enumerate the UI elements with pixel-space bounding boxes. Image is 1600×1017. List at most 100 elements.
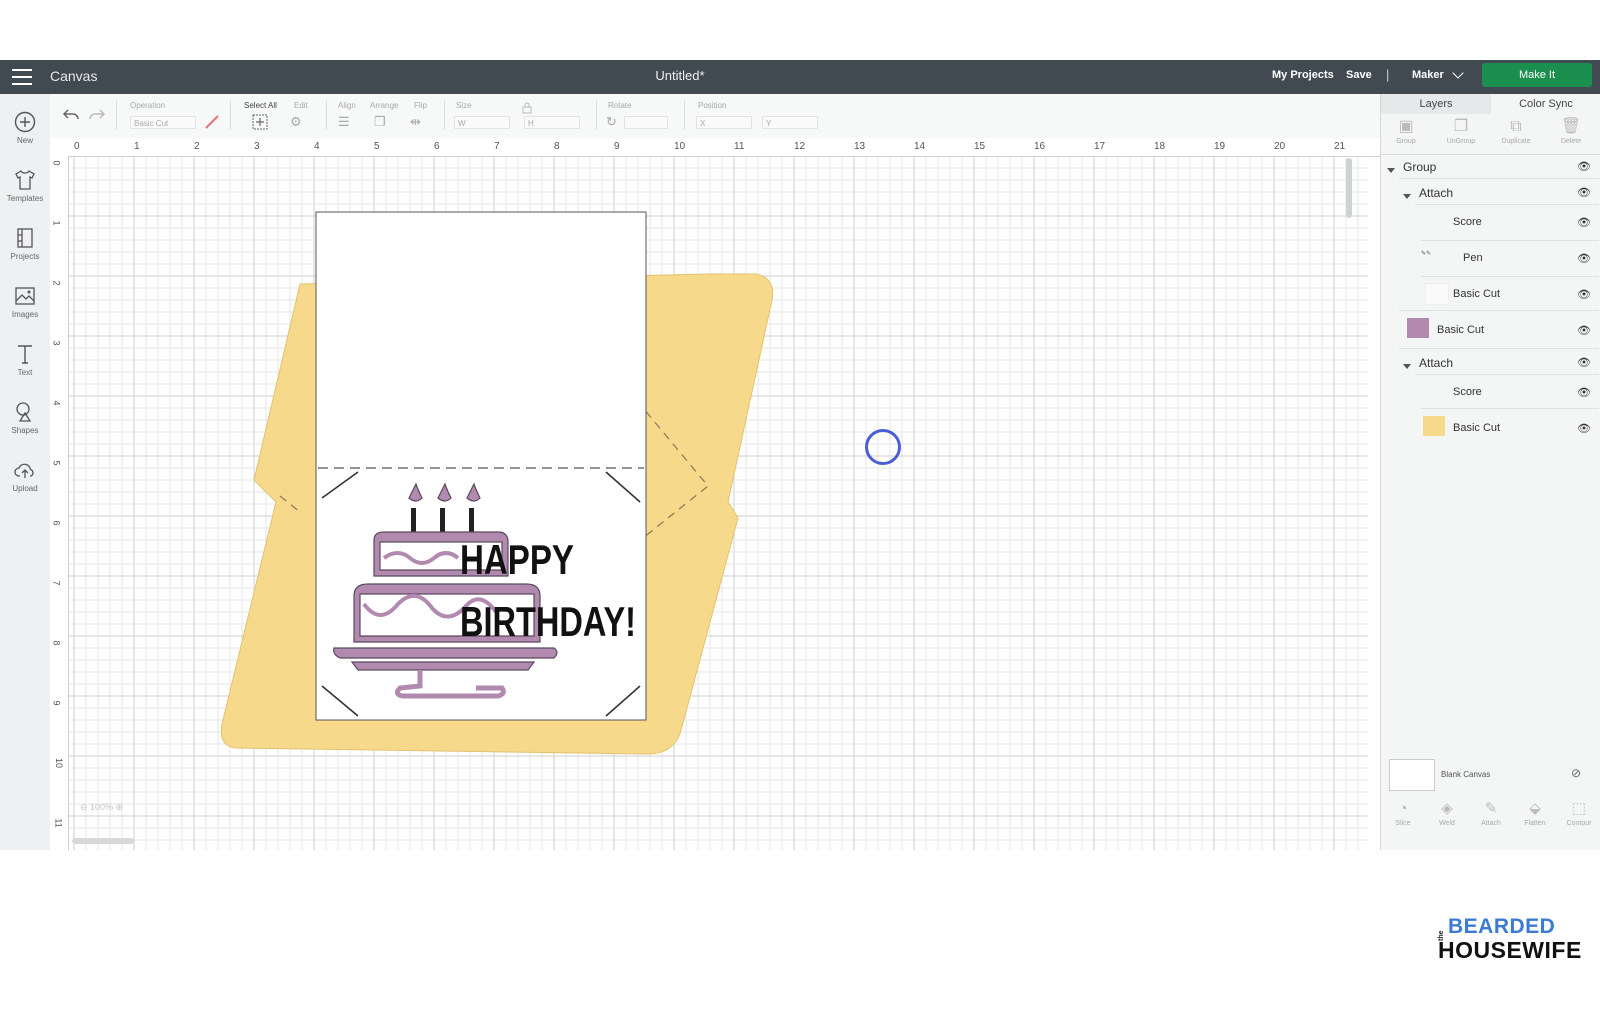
duplicate-button[interactable]: ⧉ Duplicate (1491, 116, 1541, 145)
contour-button[interactable]: ⬚ Contour (1557, 798, 1600, 827)
ruler-tick-label: 8 (554, 141, 560, 152)
card-text-happy[interactable]: HAPPY (460, 536, 574, 583)
tab-layers[interactable]: Layers (1381, 94, 1491, 114)
redo-icon[interactable] (88, 108, 106, 122)
card-text-birthday[interactable]: BIRTHDAY! (460, 598, 636, 645)
bottom-layer-tools: ◔ Slice ◈ Weld ✎ Attach ⬙ Flatten ⬚ Contour (1381, 794, 1600, 840)
blank-canvas-swatch[interactable] (1389, 759, 1435, 791)
ruler-tick-label: 12 (794, 141, 806, 152)
ruler-tick-label: 7 (494, 141, 500, 152)
eye-icon[interactable]: 👁 (1577, 356, 1591, 369)
zoom-level[interactable]: ⊖ 100% ⊕ (80, 802, 123, 813)
vertical-ruler: 0 1 2 3 4 5 6 7 8 9 10 11 (50, 156, 69, 850)
select-all-icon[interactable] (252, 114, 268, 130)
eye-hidden-icon[interactable]: ⊘ (1571, 766, 1581, 780)
width-input[interactable]: W (454, 116, 510, 129)
operation-select[interactable]: Basic Cut (130, 116, 196, 129)
layer-divider (1421, 240, 1599, 241)
sidebar-item-text[interactable]: Text (0, 342, 50, 377)
x-position-input[interactable]: X (696, 116, 752, 129)
topbar-separator: | (1386, 67, 1390, 82)
ruler-tick-label: 1 (134, 141, 140, 152)
rotate-label: Rotate (608, 101, 632, 110)
weld-button[interactable]: ◈ Weld (1425, 798, 1469, 827)
eye-icon[interactable]: 👁 (1577, 422, 1591, 435)
select-all-label: Select All (244, 101, 277, 110)
tshirt-icon (15, 170, 35, 190)
group-button[interactable]: ▣ Group (1381, 116, 1431, 145)
sidebar-item-upload[interactable]: Upload (0, 458, 50, 493)
weld-icon: ◈ (1441, 800, 1453, 817)
ruler-tick-label: 2 (51, 280, 62, 286)
rotate-input[interactable] (624, 116, 668, 129)
eye-icon[interactable]: 👁 (1577, 186, 1591, 199)
make-it-button[interactable]: Make It (1482, 63, 1592, 87)
y-position-input[interactable]: Y (762, 116, 818, 129)
slice-button[interactable]: ◔ Slice (1381, 798, 1425, 827)
ruler-tick-label: 13 (854, 141, 866, 152)
logo-line1: BEARDED (1448, 915, 1556, 938)
eye-icon[interactable]: 👁 (1577, 288, 1591, 301)
text-icon (18, 345, 32, 364)
sidebar-item-new[interactable]: New (0, 110, 50, 145)
height-input[interactable]: H (524, 116, 580, 129)
arrange-icon[interactable]: ❐ (374, 114, 386, 130)
edit-toolbar: Operation Basic Cut Select All Edit ⚙ Al… (50, 94, 1380, 139)
ruler-tick-label: 0 (51, 160, 62, 166)
ruler-tick-label: 5 (51, 460, 62, 466)
canvas-grid[interactable]: HAPPY BIRTHDAY! (68, 156, 1368, 850)
design-space-app: Canvas Untitled* My Projects Save | Make… (0, 60, 1600, 850)
layer-divider (1415, 374, 1599, 375)
slice-icon: ◔ (1398, 800, 1408, 817)
pen-color-icon[interactable] (204, 114, 220, 130)
toolbar-divider (684, 100, 685, 130)
expand-triangle-icon[interactable] (1387, 167, 1395, 173)
trash-icon: 🗑 (1560, 118, 1582, 135)
sidebar-item-shapes[interactable]: Shapes (0, 400, 50, 435)
ruler-tick-label: 15 (974, 141, 986, 152)
flatten-button[interactable]: ⬙ Flatten (1513, 798, 1557, 827)
sidebar-item-templates[interactable]: Templates (0, 168, 50, 203)
my-projects-link[interactable]: My Projects (1272, 69, 1334, 81)
sidebar-item-projects[interactable]: Projects (0, 226, 50, 261)
eye-icon[interactable]: 👁 (1577, 324, 1591, 337)
horizontal-ruler: 0 1 2 3 4 5 6 7 8 9 10 11 12 13 14 15 16 17 18 19 20 21 (50, 138, 1380, 157)
bearded-housewife-logo: the BEARDED HOUSEWIFE (1438, 915, 1588, 975)
flip-label: Flip (414, 101, 427, 110)
zoom-value: 100% (90, 802, 114, 812)
vertical-scrollbar[interactable] (1346, 158, 1352, 218)
ruler-tick-label: 3 (254, 141, 260, 152)
layer-divider (1399, 178, 1599, 179)
undo-icon[interactable] (62, 108, 80, 122)
images-icon (15, 287, 35, 305)
upload-icon (14, 463, 34, 478)
flip-icon[interactable]: ⇹ (410, 114, 421, 130)
ruler-tick-label: 17 (1094, 141, 1106, 152)
rotate-icon[interactable]: ↻ (606, 114, 617, 130)
eye-icon[interactable]: 👁 (1577, 216, 1591, 229)
horizontal-scrollbar[interactable] (72, 838, 134, 844)
sidebar-item-images[interactable]: Images (0, 284, 50, 319)
eye-icon[interactable]: 👁 (1577, 160, 1591, 173)
save-link[interactable]: Save (1346, 69, 1372, 81)
expand-triangle-icon[interactable] (1403, 363, 1411, 369)
eye-icon[interactable]: 👁 (1577, 252, 1591, 265)
align-icon[interactable]: ☰ (338, 114, 350, 130)
layer-divider (1415, 204, 1599, 205)
chevron-down-icon[interactable] (1452, 67, 1464, 79)
delete-button[interactable]: 🗑 Delete (1546, 116, 1596, 145)
lock-icon[interactable] (522, 102, 532, 114)
contour-icon: ⬚ (1571, 800, 1587, 817)
design-canvas[interactable]: 0 1 2 3 4 5 6 7 8 9 10 11 12 13 14 15 16 17 18 19 20 21 01234… (50, 138, 1380, 850)
align-label: Align (338, 101, 356, 110)
ruler-tick-label: 0 (74, 141, 80, 152)
attach-button[interactable]: ✎ Attach (1469, 798, 1513, 827)
duplicate-icon: ⧉ (1510, 118, 1522, 135)
sidebar-item-label: Images (11, 310, 39, 319)
ungroup-button[interactable]: ❐ UnGroup (1436, 116, 1486, 145)
expand-triangle-icon[interactable] (1403, 193, 1411, 199)
eye-icon[interactable]: 👁 (1577, 386, 1591, 399)
tab-color-sync[interactable]: Color Sync (1491, 94, 1600, 114)
machine-select[interactable]: Maker (1412, 69, 1444, 81)
edit-icon[interactable]: ⚙ (290, 114, 302, 130)
